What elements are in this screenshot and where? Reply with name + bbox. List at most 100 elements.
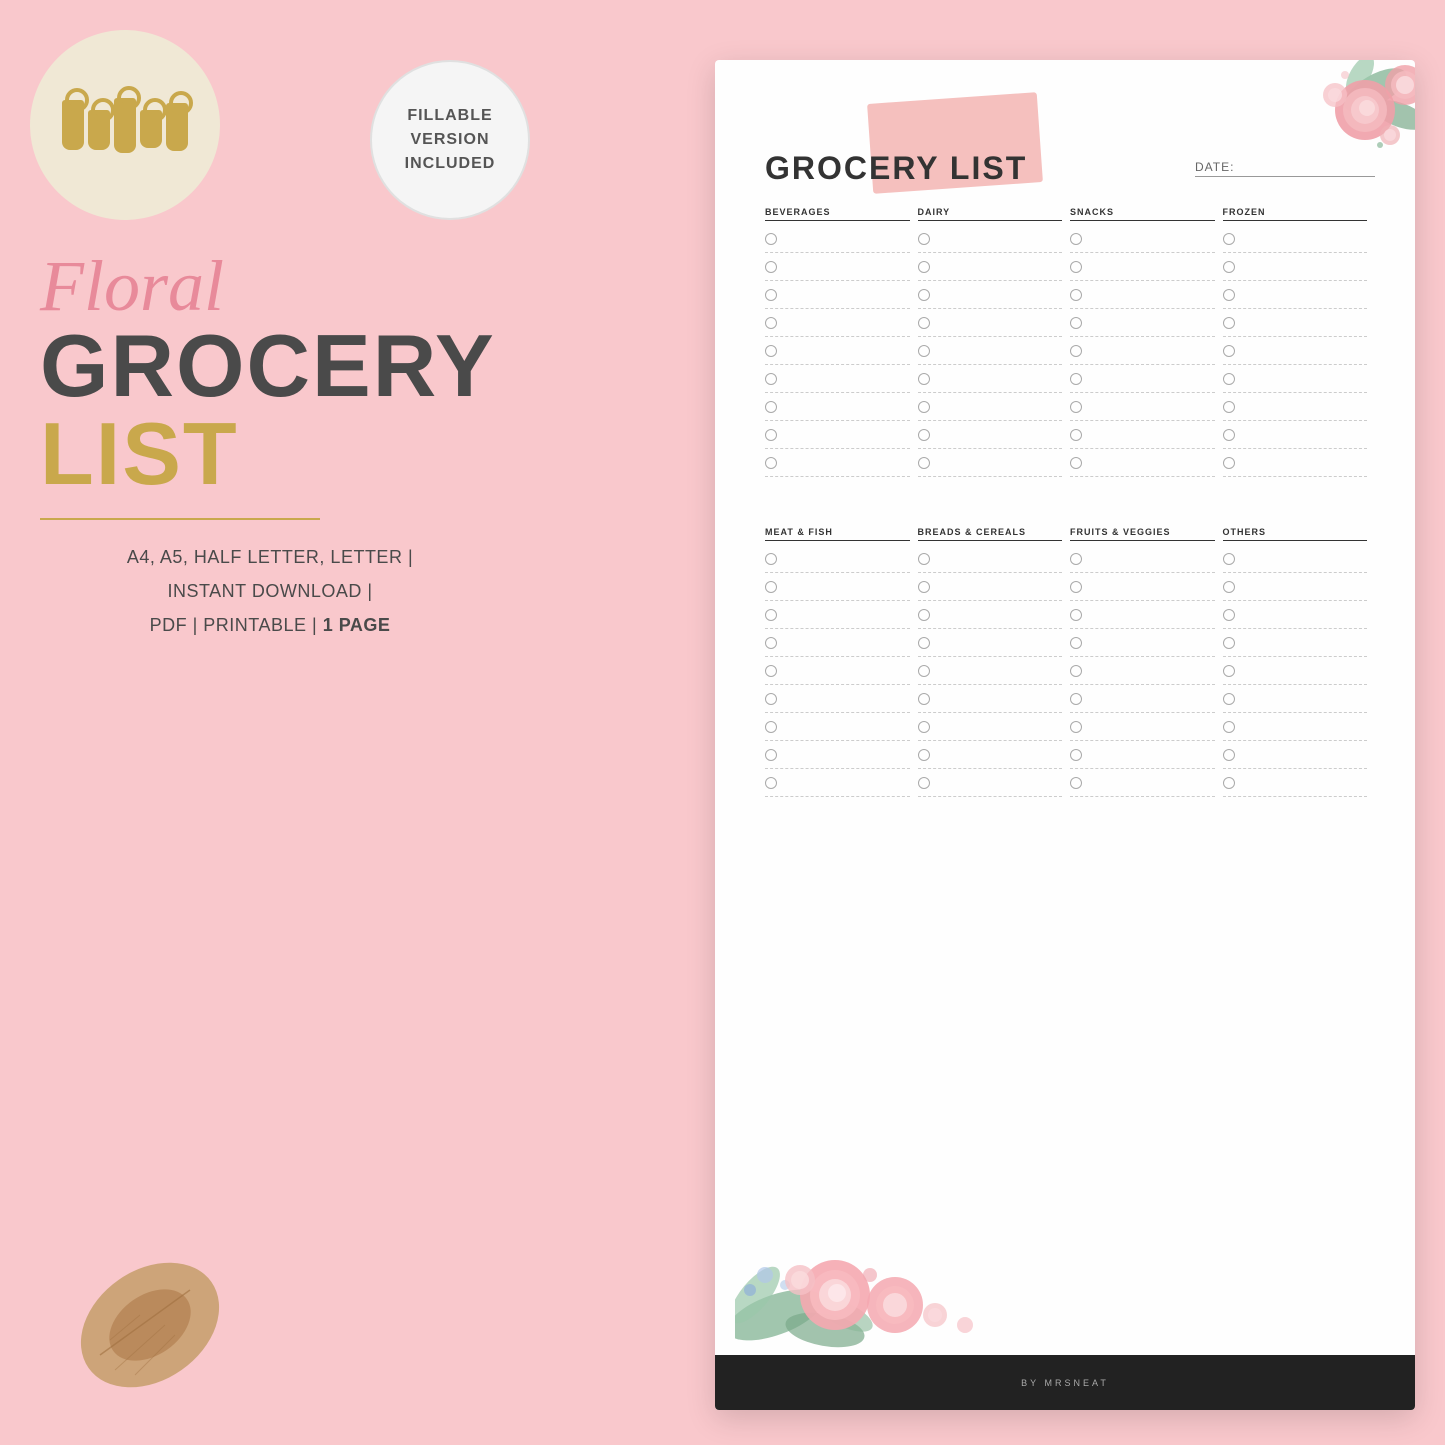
list-circle-checkbox[interactable] [1223,317,1235,329]
list-circle-checkbox[interactable] [1070,373,1082,385]
list-item-row [1223,339,1368,365]
list-circle-checkbox[interactable] [1070,777,1082,789]
list-item-row [918,339,1063,365]
list-circle-checkbox[interactable] [1223,693,1235,705]
list-item-row [1223,451,1368,477]
list-circle-checkbox[interactable] [918,721,930,733]
list-item-row [918,451,1063,477]
list-circle-checkbox[interactable] [1223,233,1235,245]
list-circle-checkbox[interactable] [765,317,777,329]
list-circle-checkbox[interactable] [1070,665,1082,677]
list-circle-checkbox[interactable] [1070,637,1082,649]
list-circle-checkbox[interactable] [918,457,930,469]
list-item-row [1070,395,1215,421]
list-circle-checkbox[interactable] [1070,401,1082,413]
list-circle-checkbox[interactable] [1070,609,1082,621]
list-circle-checkbox[interactable] [765,749,777,761]
section-header-fruits-veggies: FRUITS & VEGGIES [1070,527,1215,541]
list-circle-checkbox[interactable] [765,429,777,441]
list-circle-checkbox[interactable] [918,637,930,649]
list-circle-checkbox[interactable] [1070,429,1082,441]
list-item-line [936,294,1063,295]
list-circle-checkbox[interactable] [1070,289,1082,301]
list-circle-checkbox[interactable] [1070,553,1082,565]
list-circle-checkbox[interactable] [1070,749,1082,761]
list-item-row [1070,255,1215,281]
list-circle-checkbox[interactable] [1070,261,1082,273]
list-circle-checkbox[interactable] [765,261,777,273]
list-circle-checkbox[interactable] [765,401,777,413]
section-snacks: SNACKS [1070,207,1223,479]
list-circle-checkbox[interactable] [1070,317,1082,329]
list-circle-checkbox[interactable] [765,373,777,385]
list-circle-checkbox[interactable] [1223,261,1235,273]
list-circle-checkbox[interactable] [918,693,930,705]
list-circle-checkbox[interactable] [1070,581,1082,593]
section-beverages: BEVERAGES [765,207,918,479]
list-item-row [918,631,1063,657]
list-circle-checkbox[interactable] [765,721,777,733]
list-item-line [1088,586,1215,587]
list-circle-checkbox[interactable] [765,777,777,789]
list-circle-checkbox[interactable] [918,429,930,441]
list-circle-checkbox[interactable] [765,637,777,649]
list-circle-checkbox[interactable] [1223,777,1235,789]
list-circle-checkbox[interactable] [765,457,777,469]
list-circle-checkbox[interactable] [1223,665,1235,677]
leaf-icon [60,1215,260,1415]
list-circle-checkbox[interactable] [918,261,930,273]
list-circle-checkbox[interactable] [1223,581,1235,593]
list-item-line [936,322,1063,323]
list-circle-checkbox[interactable] [765,693,777,705]
list-circle-checkbox[interactable] [918,553,930,565]
section-header-breads-cereals: BREADS & CEREALS [918,527,1063,541]
list-circle-checkbox[interactable] [918,665,930,677]
list-circle-checkbox[interactable] [1223,721,1235,733]
list-circle-checkbox[interactable] [1070,457,1082,469]
list-circle-checkbox[interactable] [918,289,930,301]
list-circle-checkbox[interactable] [765,233,777,245]
list-circle-checkbox[interactable] [918,401,930,413]
list-circle-checkbox[interactable] [918,777,930,789]
list-item-row [1070,227,1215,253]
list-item-row [765,423,910,449]
list-circle-checkbox[interactable] [1070,721,1082,733]
list-circle-checkbox[interactable] [1223,637,1235,649]
list-item-row [1070,603,1215,629]
list-circle-checkbox[interactable] [918,581,930,593]
list-circle-checkbox[interactable] [918,345,930,357]
list-circle-checkbox[interactable] [765,345,777,357]
list-item-line [936,698,1063,699]
list-circle-checkbox[interactable] [1070,693,1082,705]
list-circle-checkbox[interactable] [918,749,930,761]
list-circle-checkbox[interactable] [1223,401,1235,413]
list-circle-checkbox[interactable] [765,553,777,565]
list-item-line [936,614,1063,615]
list-item-row [1223,603,1368,629]
list-circle-checkbox[interactable] [918,317,930,329]
list-circle-checkbox[interactable] [1223,553,1235,565]
list-item-row [1223,255,1368,281]
list-circle-checkbox[interactable] [918,373,930,385]
list-circle-checkbox[interactable] [1223,345,1235,357]
date-field: DATE: [1195,160,1375,177]
list-circle-checkbox[interactable] [765,665,777,677]
list-circle-checkbox[interactable] [765,289,777,301]
list-item-line [1241,642,1368,643]
section-fruits-veggies: FRUITS & VEGGIES [1070,527,1223,799]
list-circle-checkbox[interactable] [1223,609,1235,621]
list-circle-checkbox[interactable] [765,581,777,593]
list-item-row [765,547,910,573]
list-item-row [1070,631,1215,657]
list-circle-checkbox[interactable] [1223,457,1235,469]
list-circle-checkbox[interactable] [765,609,777,621]
list-circle-checkbox[interactable] [1223,749,1235,761]
list-item-row [918,227,1063,253]
list-circle-checkbox[interactable] [1223,289,1235,301]
list-circle-checkbox[interactable] [918,233,930,245]
list-circle-checkbox[interactable] [1223,373,1235,385]
list-circle-checkbox[interactable] [1223,429,1235,441]
list-circle-checkbox[interactable] [1070,345,1082,357]
list-circle-checkbox[interactable] [1070,233,1082,245]
list-circle-checkbox[interactable] [918,609,930,621]
